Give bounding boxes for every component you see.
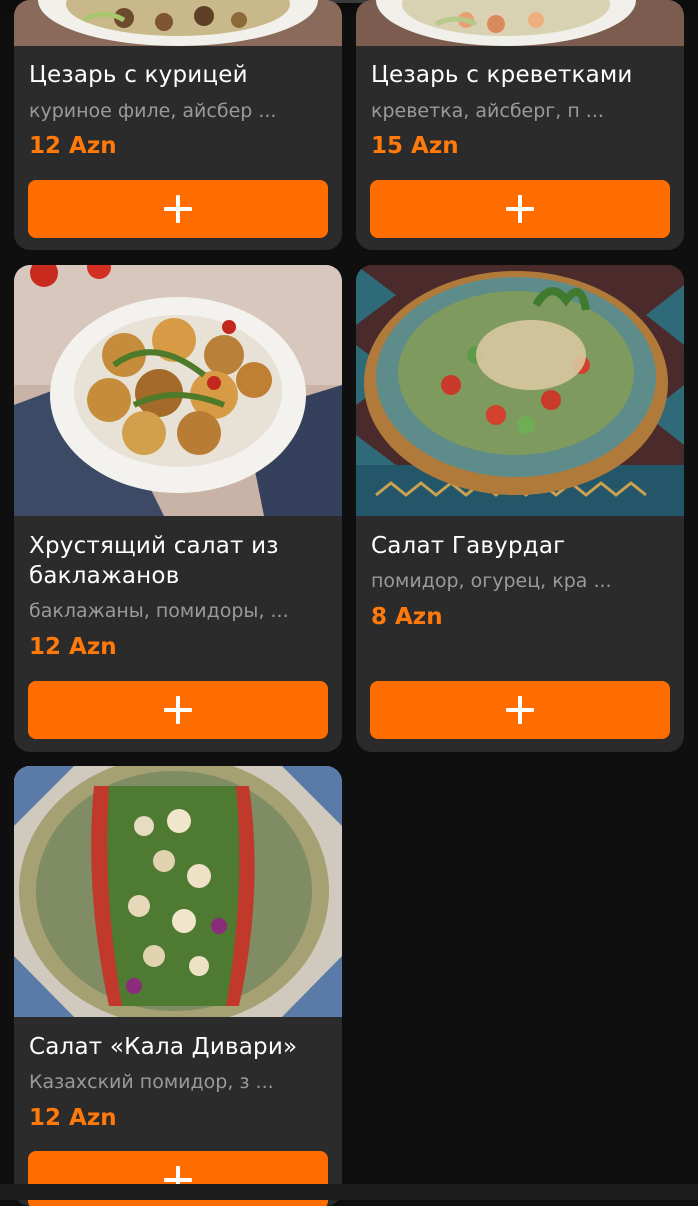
plus-icon: [164, 696, 192, 724]
bottom-navigation-strip: [0, 1184, 698, 1200]
add-to-cart-button[interactable]: [370, 180, 670, 238]
item-price: 15 Azn: [371, 133, 459, 159]
item-price: 8 Azn: [371, 604, 443, 630]
item-title: Цезарь с креветками: [371, 62, 633, 88]
item-description: креветка, айсберг, п ...: [371, 100, 604, 122]
item-description: помидор, огурец, кра ...: [371, 570, 612, 592]
item-title: Салат Гавурдаг: [371, 533, 566, 559]
plus-icon: [506, 696, 534, 724]
add-to-cart-button[interactable]: [370, 681, 670, 739]
plus-icon: [164, 195, 192, 223]
item-title: Хрустящий салат из баклажанов: [29, 533, 279, 589]
item-title: Салат «Кала Дивари»: [29, 1034, 298, 1060]
add-to-cart-button[interactable]: [28, 681, 328, 739]
menu-item-card[interactable]: Хрустящий салат из баклажанов баклажаны,…: [14, 265, 342, 752]
dish-photo: [356, 0, 684, 46]
item-description: Казахский помидор, з ...: [29, 1071, 274, 1093]
menu-item-card[interactable]: Цезарь с курицей куриное филе, айсбер ..…: [14, 0, 342, 250]
menu-item-card[interactable]: Салат Гавурдаг помидор, огурец, кра ... …: [356, 265, 684, 752]
add-to-cart-button[interactable]: [28, 180, 328, 238]
item-price: 12 Azn: [29, 1105, 117, 1131]
dish-photo: [14, 265, 342, 516]
item-price: 12 Azn: [29, 133, 117, 159]
plus-icon: [506, 195, 534, 223]
item-title: Цезарь с курицей: [29, 62, 248, 88]
item-price: 12 Azn: [29, 634, 117, 660]
dish-photo: [14, 0, 342, 46]
menu-item-card[interactable]: Цезарь с креветками креветка, айсберг, п…: [356, 0, 684, 250]
dish-photo: [14, 766, 342, 1017]
menu-item-card[interactable]: Салат «Кала Дивари» Казахский помидор, з…: [14, 766, 342, 1206]
item-description: куриное филе, айсбер ...: [29, 100, 277, 122]
item-description: баклажаны, помидоры, ...: [29, 600, 289, 622]
dish-photo: [356, 265, 684, 516]
